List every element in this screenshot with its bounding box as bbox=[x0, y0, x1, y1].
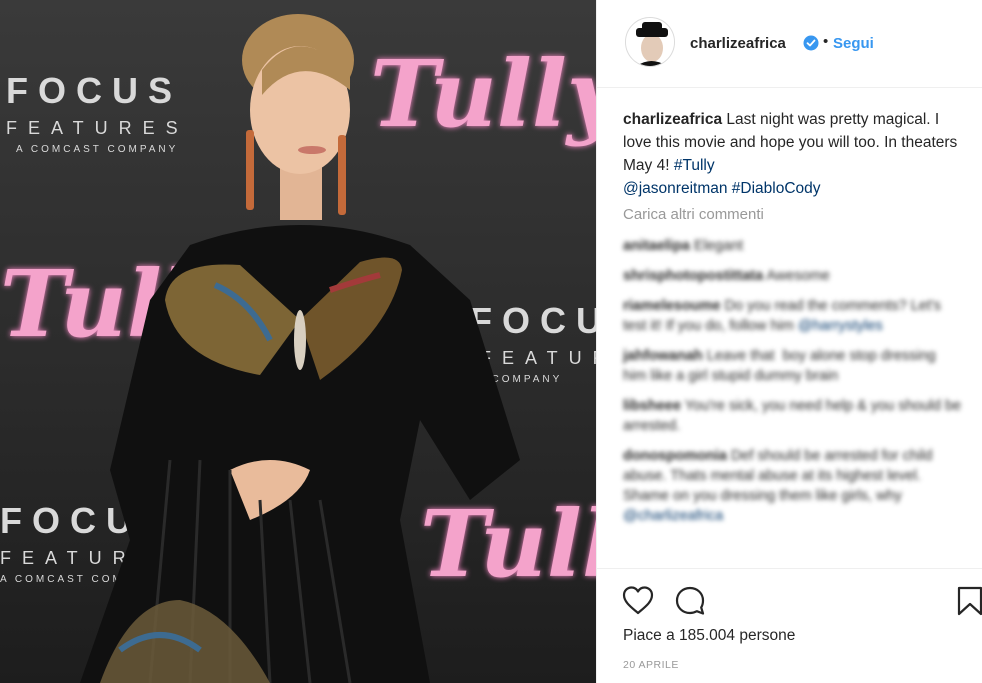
comment-item: jahfowanah Leave that boy alone stop dre… bbox=[623, 346, 963, 386]
verified-badge-icon bbox=[803, 35, 819, 51]
post-actions-bar: Piace a 185.004 persone 20 APRILE bbox=[597, 568, 982, 683]
post-date[interactable]: 20 APRILE bbox=[623, 659, 679, 671]
heart-icon[interactable] bbox=[621, 584, 655, 618]
follow-button[interactable]: Segui bbox=[833, 35, 874, 52]
username-link[interactable]: charlizeafrica bbox=[690, 35, 786, 52]
comment-text: Elegant bbox=[689, 238, 744, 254]
comment-username[interactable]: anitaelipa bbox=[623, 238, 690, 254]
avatar[interactable] bbox=[625, 17, 675, 67]
hashtag-link[interactable]: #DiabloCody bbox=[732, 180, 821, 197]
comment-item: shrisphotopostittata Awesome bbox=[623, 266, 963, 286]
avatar-image bbox=[626, 18, 674, 66]
comment-username[interactable]: libsheee bbox=[623, 398, 681, 414]
comment-item: anitaelipa Elegant bbox=[623, 236, 963, 256]
comment-item: libsheee You're sick, you need help & yo… bbox=[623, 396, 963, 436]
comment-username[interactable]: donospomonia bbox=[623, 448, 727, 464]
comment-item: riamelesoume Do you read the comments? L… bbox=[623, 296, 963, 336]
comment-text: Awesome bbox=[763, 268, 830, 284]
woman-figure-illustration bbox=[80, 14, 520, 683]
load-more-comments-button[interactable]: Carica altri commenti bbox=[623, 206, 764, 223]
comment-username[interactable]: riamelesoume bbox=[623, 298, 721, 314]
comment-item: donospomonia Def should be arrested for … bbox=[623, 446, 963, 526]
caption-username[interactable]: charlizeafrica bbox=[623, 111, 722, 128]
likes-count[interactable]: Piace a 185.004 persone bbox=[623, 627, 795, 645]
comment-mention-link[interactable]: @harrystyles bbox=[798, 318, 883, 334]
post-photo[interactable]: FOCUS FEATURES A COMCAST COMPANY FOCUS F… bbox=[0, 0, 596, 683]
post-caption: charlizeafrica Last night was pretty mag… bbox=[623, 108, 963, 200]
mention-link[interactable]: @jasonreitman bbox=[623, 180, 727, 197]
comment-mention-link[interactable]: @charlizeafrica bbox=[623, 508, 723, 524]
hashtag-link[interactable]: #Tully bbox=[674, 157, 715, 174]
comments-list: anitaelipa Elegant shrisphotopostittata … bbox=[623, 236, 963, 568]
comment-icon[interactable] bbox=[673, 584, 707, 618]
bookmark-icon[interactable] bbox=[953, 584, 982, 618]
comment-username[interactable]: shrisphotopostittata bbox=[623, 268, 763, 284]
separator-dot: • bbox=[823, 33, 829, 50]
comment-username[interactable]: jahfowanah bbox=[623, 348, 703, 364]
post-details-panel: charlizeafrica • Segui charlizeafrica La… bbox=[596, 0, 982, 683]
post-header: charlizeafrica • Segui bbox=[597, 0, 982, 88]
